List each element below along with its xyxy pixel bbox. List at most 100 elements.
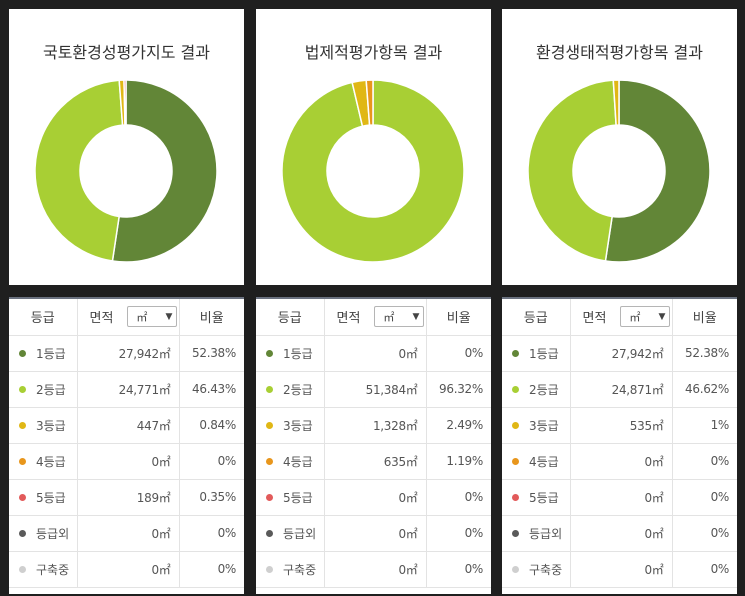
legend-dot-icon: [512, 349, 519, 357]
legend-dot-icon: [266, 385, 273, 393]
grade-table: 등급 면적 ㎡ ▼ 비율 1등급 27,942㎡ 52.38% 2등급 24,771㎡ 46.43%…: [9, 299, 244, 588]
grade-label: 3등급: [283, 418, 313, 433]
area-header: 면적 ㎡ ▼: [324, 299, 427, 336]
grade-cell: 3등급: [9, 407, 78, 444]
donut-slice-grade5[interactable]: [123, 80, 127, 126]
grade-label: 2등급: [529, 382, 559, 397]
legend-dot-icon: [19, 529, 26, 537]
ratio-cell: 46.43%: [179, 371, 244, 408]
area-cell: 27,942㎡: [77, 335, 180, 372]
legend-dot-icon: [19, 457, 26, 465]
donut-chart-card: 법제적평가항목 결과: [256, 9, 491, 285]
grade-label: 1등급: [529, 346, 559, 361]
area-cell: 0㎡: [77, 551, 180, 588]
ratio-cell: 0.35%: [179, 479, 244, 516]
ratio-cell: 1.19%: [426, 443, 491, 480]
grade-label: 4등급: [283, 454, 313, 469]
area-cell: 447㎡: [77, 407, 180, 444]
table-row: 2등급 24,771㎡ 46.43%: [9, 371, 244, 408]
table-row: 4등급 0㎡ 0%: [9, 443, 244, 480]
table-row: 구축중 0㎡ 0%: [256, 551, 491, 588]
table-row: 1등급 27,942㎡ 52.38%: [9, 335, 244, 372]
ratio-cell: 0%: [179, 443, 244, 480]
grade-label: 2등급: [36, 382, 66, 397]
table-header-row: 등급 면적 ㎡ ▼ 비율: [502, 299, 737, 336]
table-row: 3등급 447㎡ 0.84%: [9, 407, 244, 444]
table-row: 3등급 535㎡ 1%: [502, 407, 737, 444]
grade-table-card: 등급 면적 ㎡ ▼ 비율 1등급 27,942㎡ 52.38% 2등급 24,871㎡ 46.62%…: [502, 297, 737, 594]
ratio-header: 비율: [426, 299, 491, 336]
table-row: 2등급 51,384㎡ 96.32%: [256, 371, 491, 408]
donut-slice-grade2[interactable]: [528, 80, 617, 262]
ratio-cell: 0%: [426, 515, 491, 552]
chevron-down-icon: ▼: [658, 311, 666, 322]
area-cell: 24,771㎡: [77, 371, 180, 408]
legend-dot-icon: [266, 457, 273, 465]
ratio-cell: 0%: [672, 515, 737, 552]
grade-header: 등급: [502, 299, 571, 336]
chevron-down-icon: ▼: [165, 311, 173, 322]
legend-dot-icon: [19, 421, 26, 429]
ratio-cell: 0%: [672, 551, 737, 588]
unit-select[interactable]: ㎡ ▼: [127, 306, 178, 328]
chart-title: 국토환경성평가지도 결과: [42, 43, 210, 62]
table-row: 등급외 0㎡ 0%: [256, 515, 491, 552]
grade-cell: 2등급: [256, 371, 325, 408]
grade-cell: 5등급: [502, 479, 571, 516]
ratio-cell: 0%: [426, 479, 491, 516]
donut-chart-card: 국토환경성평가지도 결과: [9, 9, 244, 285]
grade-label: 구축중: [36, 562, 70, 577]
ratio-cell: 0%: [672, 479, 737, 516]
grade-label: 1등급: [36, 346, 66, 361]
table-header-row: 등급 면적 ㎡ ▼ 비율: [9, 299, 244, 336]
donut-slice-grade1[interactable]: [604, 80, 710, 262]
table-row: 4등급 635㎡ 1.19%: [256, 443, 491, 480]
legend-dot-icon: [266, 421, 273, 429]
ratio-header: 비율: [179, 299, 244, 336]
ratio-cell: 0%: [179, 551, 244, 588]
donut-chart: [282, 80, 464, 262]
donut-slice-grade2[interactable]: [35, 80, 124, 262]
grade-table-card: 등급 면적 ㎡ ▼ 비율 1등급 0㎡ 0% 2등급 51,384㎡ 96.32% 3등급 1,328㎡…: [256, 297, 491, 594]
unit-select[interactable]: ㎡ ▼: [374, 306, 425, 328]
grade-label: 등급외: [283, 526, 317, 541]
unit-select-value: ㎡: [629, 310, 641, 324]
area-cell: 0㎡: [324, 335, 427, 372]
donut-chart: [35, 80, 217, 262]
grade-cell: 등급외: [9, 515, 78, 552]
grade-cell: 5등급: [9, 479, 78, 516]
chart-title: 환경생태적평가항목 결과: [535, 43, 703, 62]
grade-label: 5등급: [283, 490, 313, 505]
area-cell: 0㎡: [570, 551, 673, 588]
area-cell: 1,328㎡: [324, 407, 427, 444]
area-cell: 0㎡: [570, 515, 673, 552]
legend-dot-icon: [19, 349, 26, 357]
ratio-cell: 0%: [179, 515, 244, 552]
area-cell: 0㎡: [77, 515, 180, 552]
table-row: 5등급 0㎡ 0%: [256, 479, 491, 516]
table-header-row: 등급 면적 ㎡ ▼ 비율: [256, 299, 491, 336]
legend-dot-icon: [512, 493, 519, 501]
ratio-cell: 2.49%: [426, 407, 491, 444]
ratio-cell: 0.84%: [179, 407, 244, 444]
chevron-down-icon: ▼: [412, 311, 420, 322]
unit-select[interactable]: ㎡ ▼: [620, 306, 671, 328]
table-row: 등급외 0㎡ 0%: [9, 515, 244, 552]
legend-dot-icon: [19, 493, 26, 501]
legend-dot-icon: [19, 565, 26, 573]
donut-slice-grade1[interactable]: [111, 80, 217, 262]
grade-label: 등급외: [529, 526, 563, 541]
grade-label: 등급외: [36, 526, 70, 541]
table-row: 2등급 24,871㎡ 46.62%: [502, 371, 737, 408]
ratio-header: 비율: [672, 299, 737, 336]
legend-dot-icon: [266, 529, 273, 537]
grade-label: 3등급: [36, 418, 66, 433]
table-row: 구축중 0㎡ 0%: [502, 551, 737, 588]
grade-cell: 구축중: [502, 551, 571, 588]
legend-dot-icon: [512, 457, 519, 465]
legend-dot-icon: [512, 385, 519, 393]
grade-cell: 2등급: [9, 371, 78, 408]
area-cell: 0㎡: [570, 443, 673, 480]
area-cell: 0㎡: [324, 479, 427, 516]
legend-dot-icon: [266, 565, 273, 573]
